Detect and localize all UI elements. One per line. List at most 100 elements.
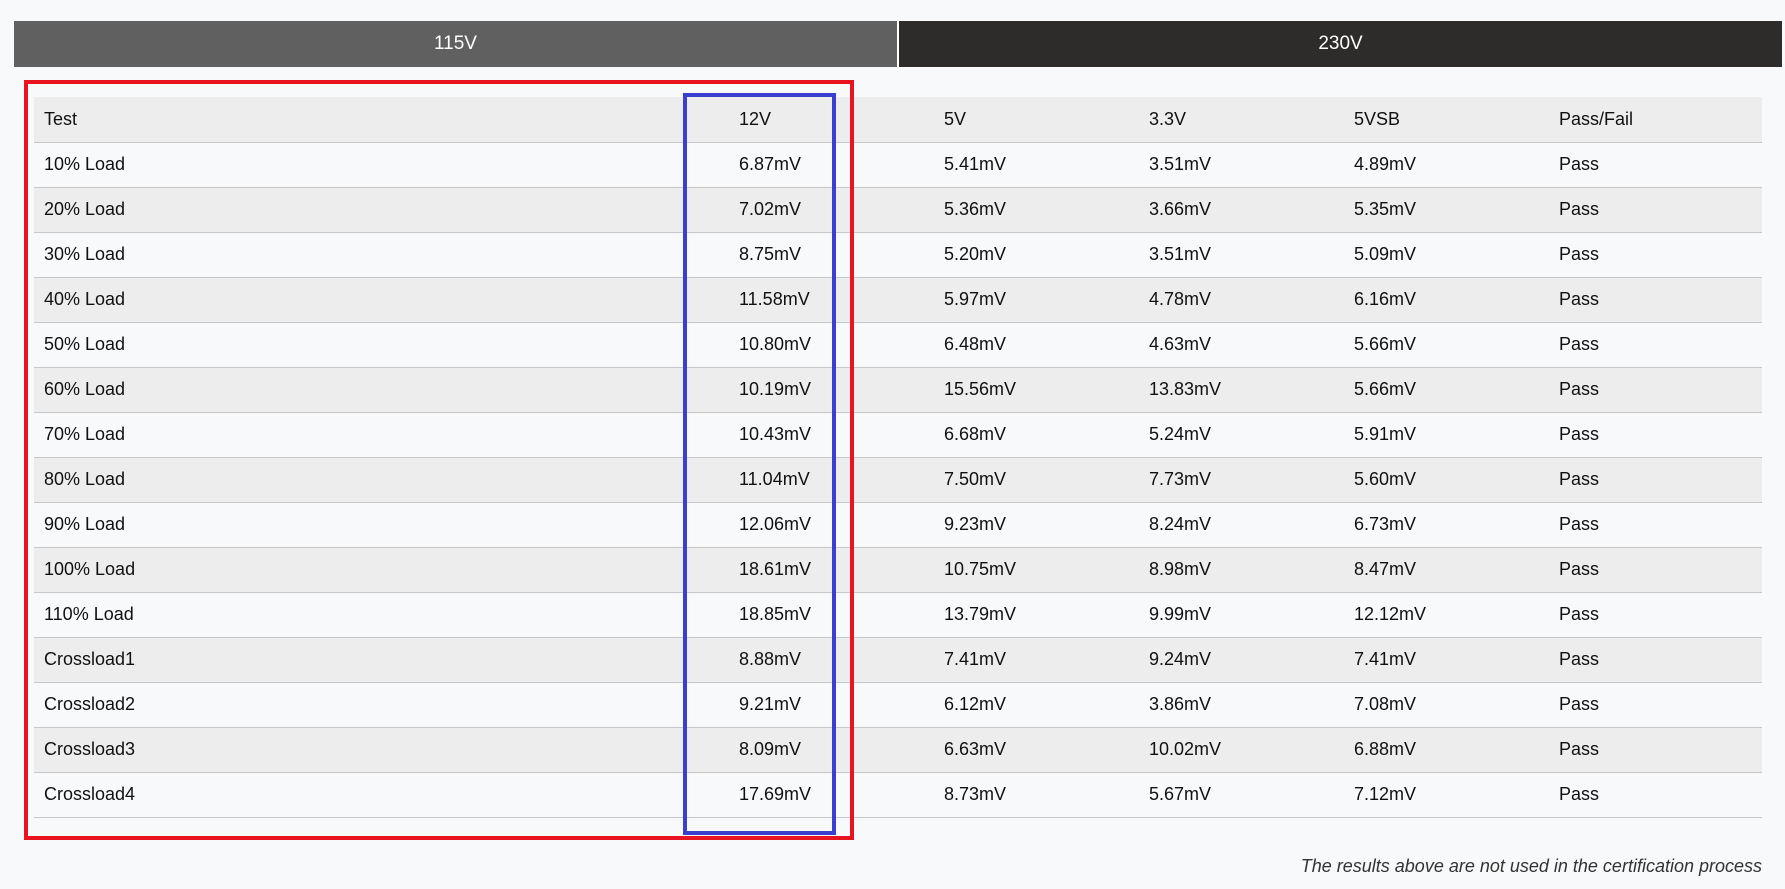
cell-5v: 5.36mV [934,187,1139,233]
cell-12v: 17.69mV [729,772,934,818]
cell-5vsb: 12.12mV [1344,592,1549,638]
cell-5vsb: 6.73mV [1344,502,1549,548]
cell-12v: 10.80mV [729,322,934,368]
cell-5v: 13.79mV [934,592,1139,638]
cell-5v: 5.20mV [934,232,1139,278]
cell-3v3: 3.51mV [1139,232,1344,278]
table-row: 20% Load 7.02mV 5.36mV 3.66mV 5.35mV Pas… [34,187,1762,233]
table-row: Crossload1 8.88mV 7.41mV 9.24mV 7.41mV P… [34,637,1762,683]
cell-5v: 6.48mV [934,322,1139,368]
table-row: Crossload2 9.21mV 6.12mV 3.86mV 7.08mV P… [34,682,1762,728]
cell-5v: 9.23mV [934,502,1139,548]
cell-5v: 8.73mV [934,772,1139,818]
table-row: Crossload4 17.69mV 8.73mV 5.67mV 7.12mV … [34,772,1762,818]
cell-5vsb: 5.66mV [1344,322,1549,368]
ripple-results-table: Test 12V 5V 3.3V 5VSB Pass/Fail 10% Load… [34,97,1762,818]
cell-12v: 8.09mV [729,727,934,773]
voltage-tabs: 115V 230V [14,21,1782,67]
cell-test: Crossload4 [34,772,729,818]
header-3v3: 3.3V [1139,97,1344,143]
table-row: 110% Load 18.85mV 13.79mV 9.99mV 12.12mV… [34,592,1762,638]
cell-5vsb: 7.12mV [1344,772,1549,818]
cell-3v3: 4.78mV [1139,277,1344,323]
header-12v: 12V [729,97,934,143]
table-row: 40% Load 11.58mV 5.97mV 4.78mV 6.16mV Pa… [34,277,1762,323]
cell-test: 110% Load [34,592,729,638]
header-pass-fail: Pass/Fail [1549,97,1762,143]
cell-5vsb: 8.47mV [1344,547,1549,593]
cell-test: 40% Load [34,277,729,323]
cell-test: 80% Load [34,457,729,503]
cell-5v: 5.97mV [934,277,1139,323]
cell-3v3: 8.98mV [1139,547,1344,593]
table-row: 60% Load 10.19mV 15.56mV 13.83mV 5.66mV … [34,367,1762,413]
cell-pass-fail: Pass [1549,322,1762,368]
cell-12v: 6.87mV [729,142,934,188]
header-5v: 5V [934,97,1139,143]
cell-pass-fail: Pass [1549,682,1762,728]
cell-3v3: 3.86mV [1139,682,1344,728]
cell-pass-fail: Pass [1549,502,1762,548]
cell-3v3: 9.24mV [1139,637,1344,683]
cell-5vsb: 6.16mV [1344,277,1549,323]
cell-pass-fail: Pass [1549,142,1762,188]
cell-12v: 8.88mV [729,637,934,683]
cell-3v3: 3.66mV [1139,187,1344,233]
cell-12v: 11.58mV [729,277,934,323]
cell-5v: 6.68mV [934,412,1139,458]
cell-3v3: 5.24mV [1139,412,1344,458]
cell-3v3: 8.24mV [1139,502,1344,548]
cell-test: Crossload3 [34,727,729,773]
cell-test: 90% Load [34,502,729,548]
cell-5vsb: 5.35mV [1344,187,1549,233]
cell-5v: 15.56mV [934,367,1139,413]
cell-12v: 7.02mV [729,187,934,233]
cell-5v: 7.50mV [934,457,1139,503]
table-row: 50% Load 10.80mV 6.48mV 4.63mV 5.66mV Pa… [34,322,1762,368]
cell-12v: 12.06mV [729,502,934,548]
header-5vsb: 5VSB [1344,97,1549,143]
tab-230v[interactable]: 230V [899,21,1782,67]
cell-5vsb: 5.09mV [1344,232,1549,278]
cell-12v: 10.43mV [729,412,934,458]
cell-test: 50% Load [34,322,729,368]
cell-12v: 10.19mV [729,367,934,413]
table-row: 70% Load 10.43mV 6.68mV 5.24mV 5.91mV Pa… [34,412,1762,458]
cell-test: 20% Load [34,187,729,233]
table-row: 80% Load 11.04mV 7.50mV 7.73mV 5.60mV Pa… [34,457,1762,503]
cell-3v3: 3.51mV [1139,142,1344,188]
table-header-row: Test 12V 5V 3.3V 5VSB Pass/Fail [34,97,1762,143]
cell-pass-fail: Pass [1549,592,1762,638]
cell-12v: 9.21mV [729,682,934,728]
cell-5v: 5.41mV [934,142,1139,188]
tab-115v[interactable]: 115V [14,21,899,67]
cell-5vsb: 6.88mV [1344,727,1549,773]
table-row: 10% Load 6.87mV 5.41mV 3.51mV 4.89mV Pas… [34,142,1762,188]
table-row: 100% Load 18.61mV 10.75mV 8.98mV 8.47mV … [34,547,1762,593]
cell-test: 100% Load [34,547,729,593]
cell-5v: 6.63mV [934,727,1139,773]
cell-pass-fail: Pass [1549,457,1762,503]
cell-12v: 18.61mV [729,547,934,593]
cell-12v: 18.85mV [729,592,934,638]
cell-5vsb: 7.41mV [1344,637,1549,683]
cell-pass-fail: Pass [1549,232,1762,278]
cell-pass-fail: Pass [1549,367,1762,413]
cell-3v3: 9.99mV [1139,592,1344,638]
table-row: Crossload3 8.09mV 6.63mV 10.02mV 6.88mV … [34,727,1762,773]
table-row: 30% Load 8.75mV 5.20mV 3.51mV 5.09mV Pas… [34,232,1762,278]
cell-test: Crossload2 [34,682,729,728]
cell-test: 70% Load [34,412,729,458]
cell-test: Crossload1 [34,637,729,683]
cell-5vsb: 4.89mV [1344,142,1549,188]
cell-3v3: 10.02mV [1139,727,1344,773]
cell-5v: 6.12mV [934,682,1139,728]
cell-5vsb: 5.66mV [1344,367,1549,413]
cell-3v3: 4.63mV [1139,322,1344,368]
cell-3v3: 7.73mV [1139,457,1344,503]
cell-5vsb: 5.60mV [1344,457,1549,503]
cell-3v3: 5.67mV [1139,772,1344,818]
header-test: Test [34,97,729,143]
footnote: The results above are not used in the ce… [1300,856,1762,876]
cell-test: 60% Load [34,367,729,413]
